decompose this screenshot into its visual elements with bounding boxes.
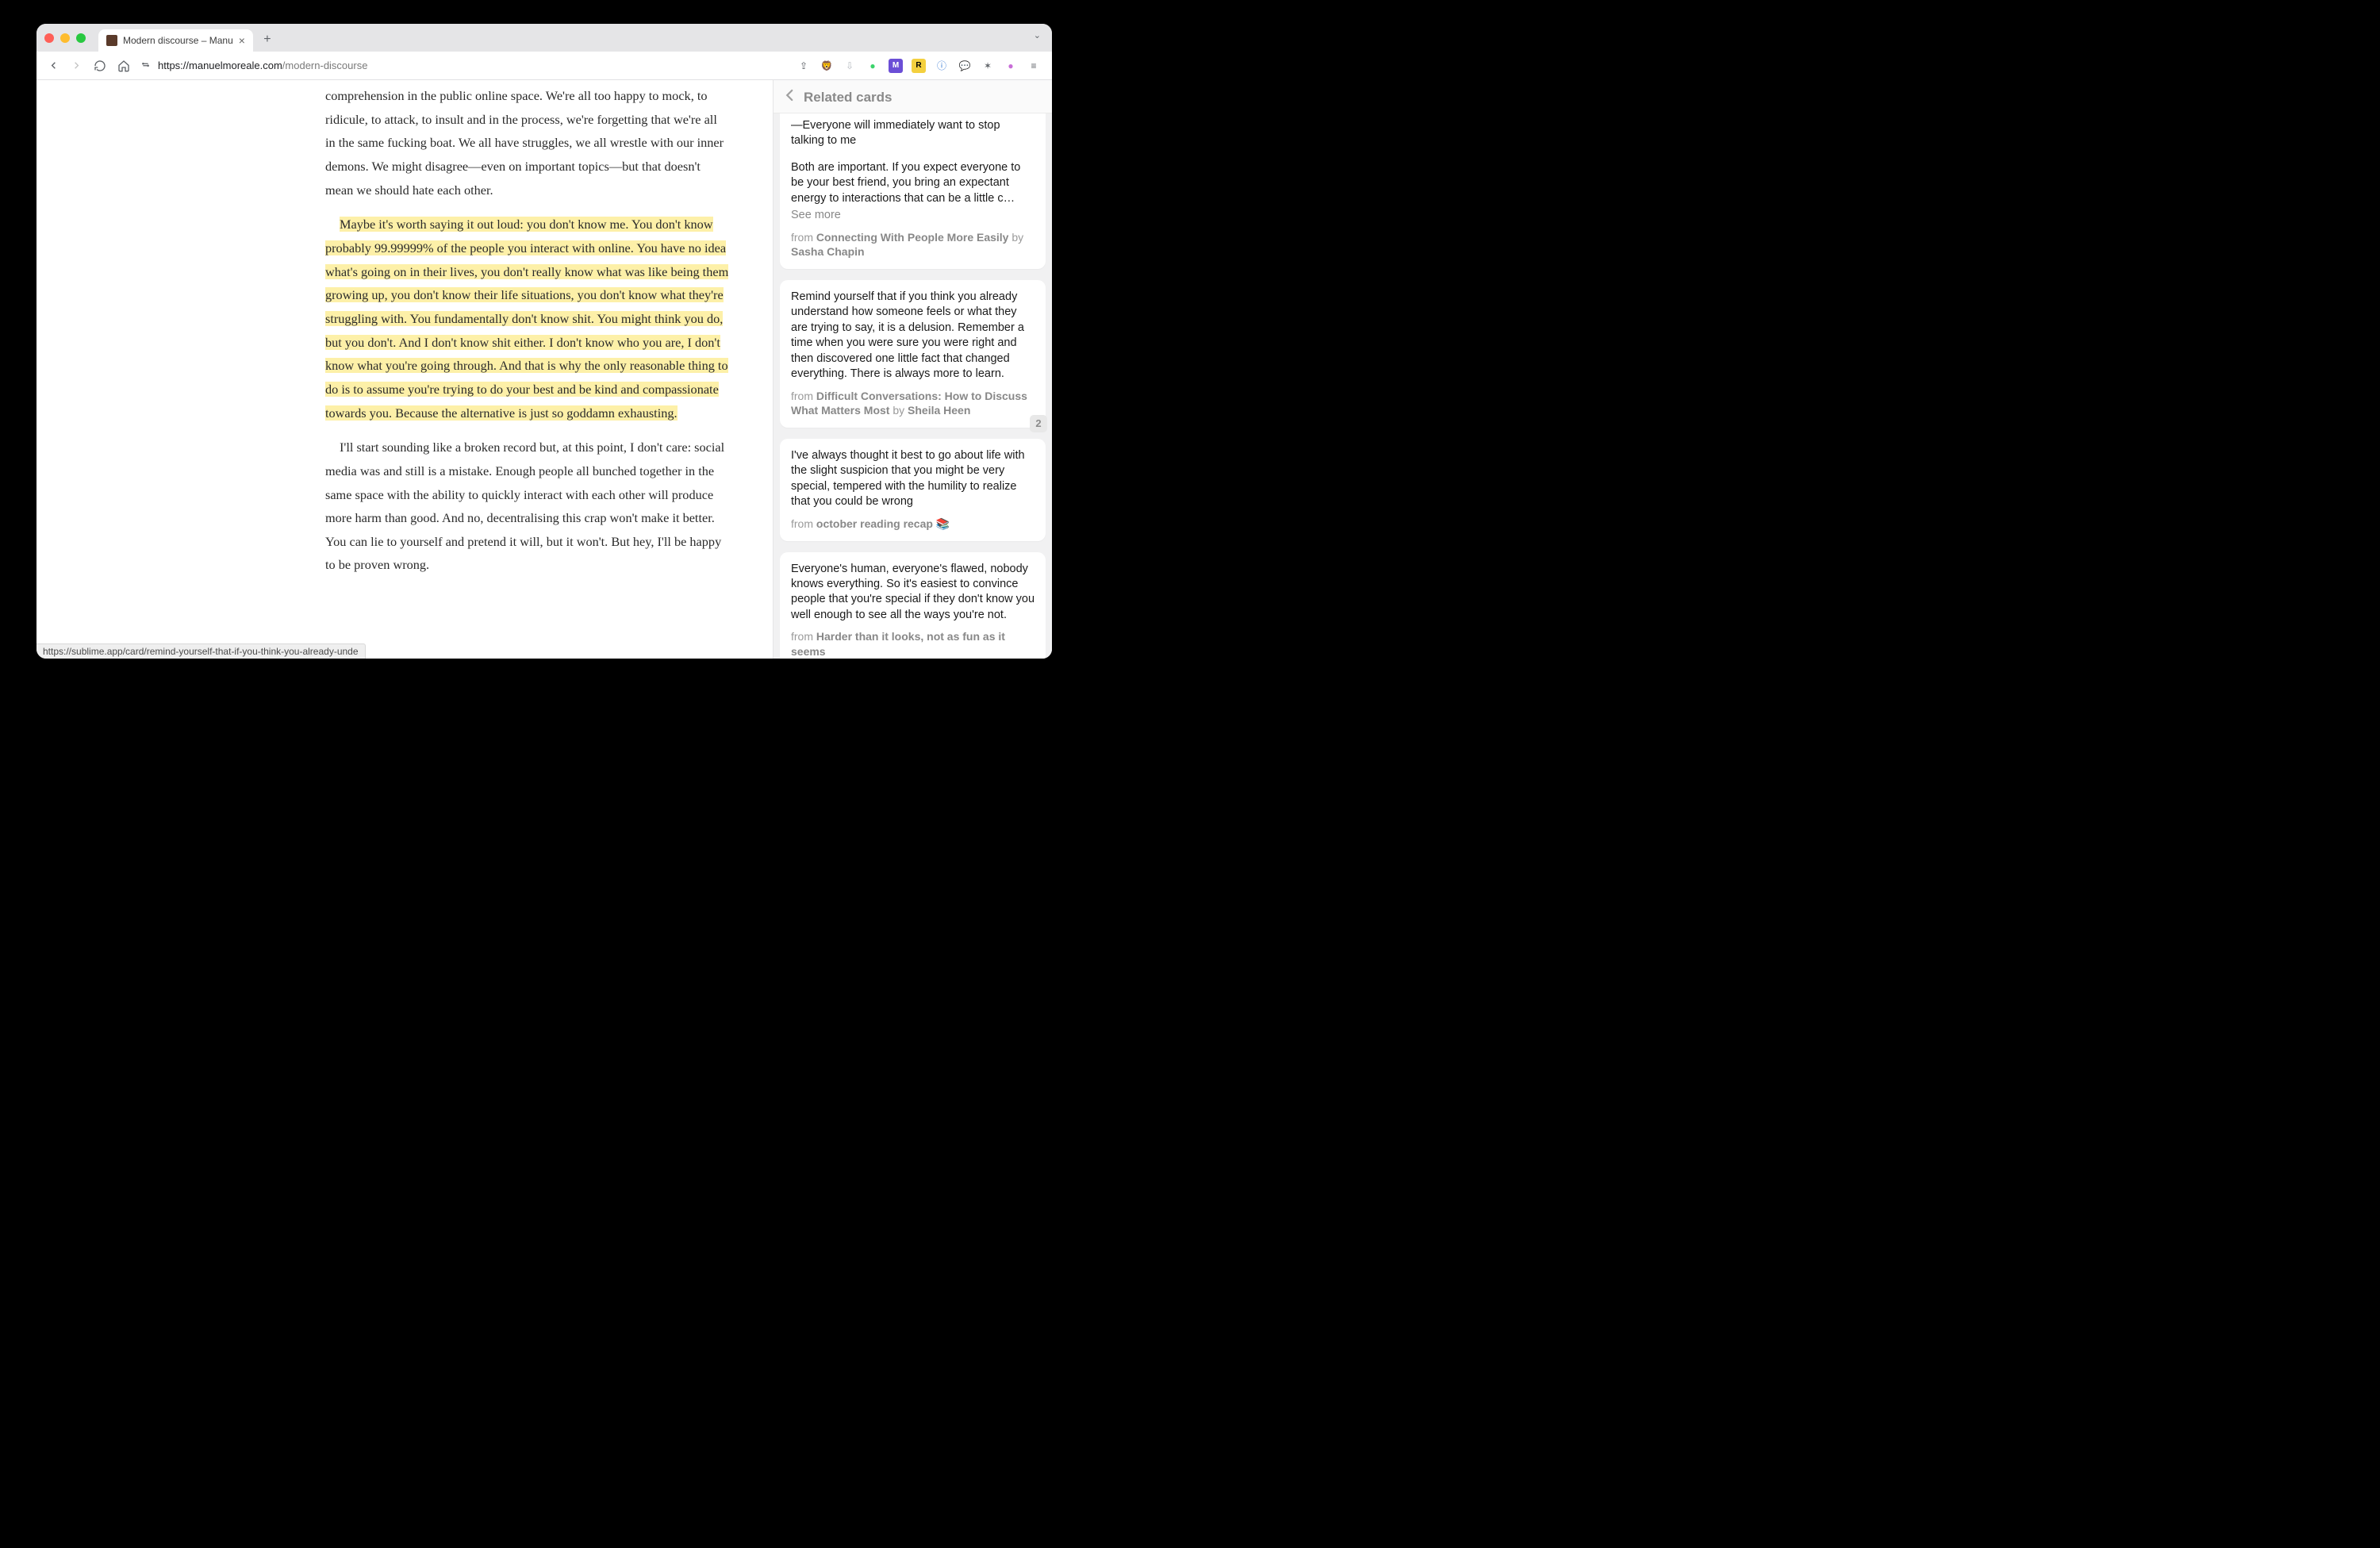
nav-icons <box>48 60 130 72</box>
card-source-title[interactable]: october reading recap 📚 <box>816 517 950 530</box>
article-paragraph: comprehension in the public online space… <box>325 84 730 202</box>
ext-ext-download-icon[interactable]: ⇩ <box>843 59 857 73</box>
url-text: https://manuelmoreale.com/modern-discour… <box>158 60 367 71</box>
reload-button[interactable] <box>94 60 106 72</box>
article-body: comprehension in the public online space… <box>325 84 730 577</box>
article-paragraph-highlighted: Maybe it's worth saying it out loud: you… <box>325 213 730 424</box>
ext-hamburger-icon[interactable]: ≡ <box>1027 59 1041 73</box>
card-excerpt: Everyone's human, everyone's flawed, nob… <box>791 562 1035 624</box>
ext-share-icon[interactable]: ⇪ <box>797 59 811 73</box>
tab-favicon <box>106 35 117 46</box>
window-zoom-button[interactable] <box>76 33 86 43</box>
ext-ext-purple-m-icon[interactable]: M <box>889 59 903 73</box>
ext-ext-chat-icon[interactable]: 💬 <box>958 59 972 73</box>
back-button[interactable] <box>48 60 60 71</box>
new-tab-button[interactable]: + <box>258 30 277 49</box>
tab-close-button[interactable]: × <box>239 34 245 47</box>
card-excerpt: —Everyone will immediately want to stop … <box>791 118 1035 149</box>
see-more-link[interactable]: See more <box>791 208 1035 223</box>
ext-brave-shield-icon[interactable]: 🦁 <box>820 59 834 73</box>
card-author: Sasha Chapin <box>791 245 865 258</box>
article-viewport[interactable]: comprehension in the public online space… <box>36 80 773 659</box>
browser-window: Modern discourse – Manu × + ⌄ https <box>36 24 1052 659</box>
url-bar: https://manuelmoreale.com/modern-discour… <box>36 52 1052 80</box>
ext-ext-info-icon[interactable]: ⓘ <box>935 59 949 73</box>
card-source-title[interactable]: Harder than it looks, not as fun as it s… <box>791 630 1005 658</box>
home-button[interactable] <box>117 60 130 72</box>
card-excerpt-more: Both are important. If you expect everyo… <box>791 160 1035 206</box>
ext-ext-yellow-r-icon[interactable]: R <box>912 59 926 73</box>
ext-ext-gradient-icon[interactable]: ● <box>1004 59 1018 73</box>
browser-tab[interactable]: Modern discourse – Manu × <box>98 29 253 52</box>
ext-ext-green-dot-icon[interactable]: ● <box>866 59 880 73</box>
sidebar-header: Related cards <box>774 80 1052 113</box>
card-excerpt: Remind yourself that if you think you al… <box>791 290 1035 382</box>
tab-list-chevron-icon[interactable]: ⌄ <box>1034 30 1041 40</box>
related-cards-sidebar: Related cards —Everyone will immediately… <box>773 80 1052 659</box>
forward-button[interactable] <box>71 60 83 71</box>
card-source-line: from Connecting With People More Easily … <box>791 230 1035 260</box>
sidebar-back-button[interactable] <box>783 88 797 106</box>
ext-ext-puzzle-icon[interactable]: ✶ <box>981 59 995 73</box>
highlight-span: Maybe it's worth saying it out loud: you… <box>325 217 728 420</box>
toolbar-icons: ⇪ 🦁 ⇩ ● MRⓘ 💬 ✶ ● ≡ <box>797 59 1041 73</box>
card-author: Sheila Heen <box>908 404 970 417</box>
article-paragraph: I'll start sounding like a broken record… <box>325 436 730 577</box>
tab-bar: Modern discourse – Manu × + ⌄ <box>36 24 1052 52</box>
card-source-title[interactable]: Connecting With People More Easily <box>816 231 1009 244</box>
card-source-line: from october reading recap 📚 <box>791 517 1035 532</box>
window-minimize-button[interactable] <box>60 33 70 43</box>
sidebar-title: Related cards <box>804 90 892 106</box>
url-field[interactable]: https://manuelmoreale.com/modern-discour… <box>140 59 367 73</box>
tab-title: Modern discourse – Manu <box>123 35 233 46</box>
related-card[interactable]: —Everyone will immediately want to stop … <box>780 113 1046 269</box>
site-permissions-icon[interactable] <box>140 59 152 73</box>
card-source-line: from Harder than it looks, not as fun as… <box>791 629 1035 659</box>
related-card[interactable]: I've always thought it best to go about … <box>780 439 1046 540</box>
card-excerpt: I've always thought it best to go about … <box>791 448 1035 510</box>
card-list[interactable]: —Everyone will immediately want to stop … <box>774 113 1052 659</box>
window-close-button[interactable] <box>44 33 54 43</box>
status-bar: https://sublime.app/card/remind-yourself… <box>36 643 366 659</box>
traffic-lights <box>44 33 86 43</box>
related-card[interactable]: Remind yourself that if you think you al… <box>780 280 1046 428</box>
related-card[interactable]: Everyone's human, everyone's flawed, nob… <box>780 552 1046 659</box>
content-area: comprehension in the public online space… <box>36 80 1052 659</box>
card-source-line: from Difficult Conversations: How to Dis… <box>791 389 1035 419</box>
card-count-badge: 2 <box>1030 415 1047 432</box>
